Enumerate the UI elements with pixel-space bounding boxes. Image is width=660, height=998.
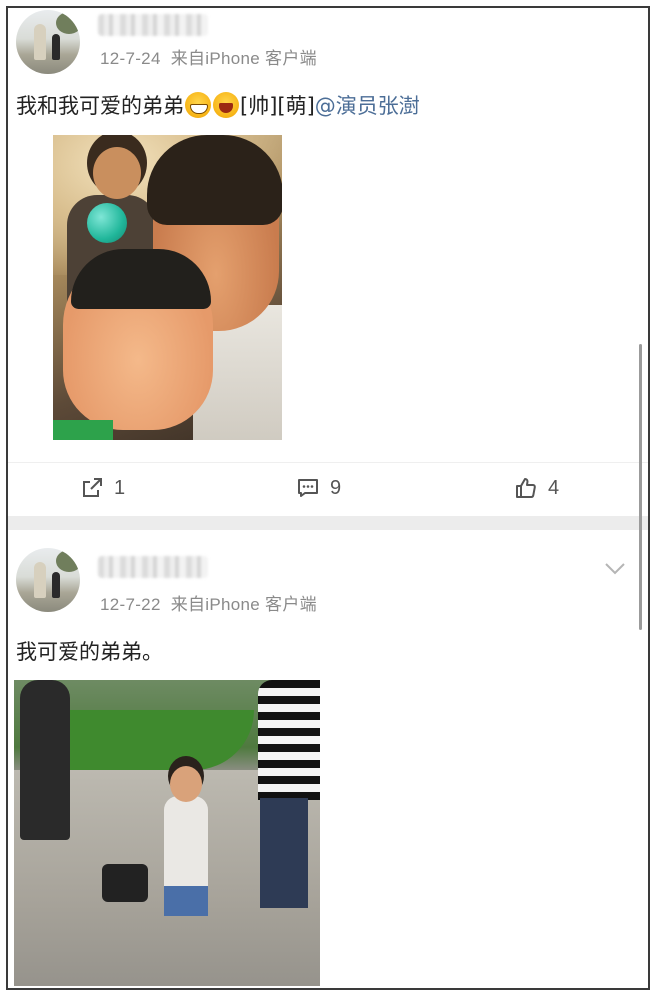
weibo-feed: 12-7-24 来自iPhone 客户端 我和我可爱的弟弟 [帅][萌]@演员张澍 [6, 6, 650, 990]
avatar[interactable] [16, 10, 80, 74]
avatar-tree-shape [56, 12, 80, 34]
comment-count: 9 [330, 476, 342, 499]
photo-child [164, 796, 208, 892]
post-photo[interactable] [14, 680, 320, 986]
avatar-figure-shape [52, 572, 60, 598]
photo-child [170, 766, 202, 802]
like-count: 4 [548, 476, 560, 499]
avatar-figure-shape [34, 24, 46, 60]
avatar[interactable] [16, 548, 80, 612]
scrollbar[interactable] [639, 344, 642, 630]
username-blurred[interactable] [98, 14, 208, 36]
username-blurred[interactable] [98, 556, 208, 578]
post-action-bar: 1 9 4 [8, 462, 648, 510]
like-button[interactable]: 4 [514, 475, 559, 501]
post-text: 我和我可爱的弟弟 [帅][萌]@演员张澍 [16, 90, 420, 120]
post-text: 我可爱的弟弟。 [16, 640, 163, 664]
photo-person [147, 135, 282, 225]
avatar-figure-shape [52, 34, 60, 60]
post-separator [8, 516, 648, 530]
photo-child [164, 886, 208, 916]
repost-count: 1 [114, 476, 126, 499]
photo-toy-car [102, 864, 148, 902]
photo-person [260, 798, 308, 908]
post-date: 12-7-22 [100, 595, 161, 614]
post-photo[interactable] [53, 135, 282, 440]
avatar-tree-shape [56, 550, 80, 572]
photo-person [93, 147, 141, 199]
share-square-icon [83, 478, 102, 497]
mention-link[interactable]: @演员张澍 [315, 94, 420, 118]
laugh-emoji-icon [213, 92, 239, 118]
photo-person [53, 420, 113, 440]
comment-bubble-icon [298, 479, 318, 497]
chevron-down-icon[interactable] [604, 562, 626, 576]
photo-grass [54, 710, 254, 770]
photo-balloon [87, 203, 127, 243]
post-date: 12-7-24 [100, 49, 161, 68]
post-source: 来自iPhone 客户端 [170, 595, 317, 614]
feed-post: 12-7-24 来自iPhone 客户端 我和我可爱的弟弟 [帅][萌]@演员张澍 [8, 8, 648, 516]
post-meta: 12-7-22 来自iPhone 客户端 [100, 590, 317, 615]
grin-emoji-icon [185, 92, 211, 118]
post-text-body: 我和我可爱的弟弟 [16, 94, 184, 118]
post-meta: 12-7-24 来自iPhone 客户端 [100, 44, 317, 69]
post-source: 来自iPhone 客户端 [170, 49, 317, 68]
comment-button[interactable]: 9 [296, 475, 341, 501]
avatar-figure-shape [34, 562, 46, 598]
thumbs-up-icon [516, 478, 536, 498]
photo-person [20, 680, 70, 840]
photo-person [258, 680, 320, 800]
post-tags: [帅][萌] [240, 94, 315, 118]
repost-button[interactable]: 1 [80, 475, 125, 501]
